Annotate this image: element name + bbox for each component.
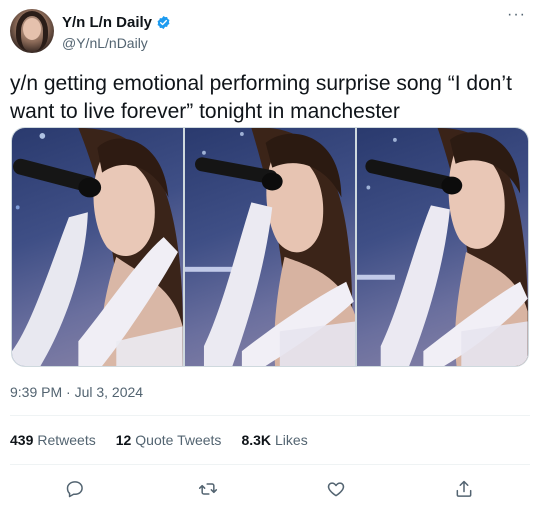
media-grid[interactable] xyxy=(11,127,529,367)
likes-stat[interactable]: 8.3K Likes xyxy=(241,432,307,448)
media-image-1[interactable] xyxy=(12,128,183,366)
tweet-stats: 439 Retweets 12 Quote Tweets 8.3K Likes xyxy=(10,432,308,448)
action-bar xyxy=(0,474,540,504)
heart-icon xyxy=(327,482,345,497)
quote-tweets-label: Quote Tweets xyxy=(135,432,222,448)
handle[interactable]: @Y/nL/nDaily xyxy=(62,35,148,51)
retweet-button[interactable] xyxy=(193,474,223,504)
divider xyxy=(10,415,530,416)
retweets-label: Retweets xyxy=(37,432,96,448)
tweet-text: y/n getting emotional performing surpris… xyxy=(10,72,512,123)
retweets-count: 439 xyxy=(10,432,34,448)
retweets-stat[interactable]: 439 Retweets xyxy=(10,432,96,448)
quote-tweets-stat[interactable]: 12 Quote Tweets xyxy=(116,432,222,448)
likes-label: Likes xyxy=(275,432,308,448)
performer-photo-3 xyxy=(357,128,528,366)
likes-count: 8.3K xyxy=(241,432,272,448)
author-name-row[interactable]: Y/n L/n Daily xyxy=(62,14,171,31)
share-icon xyxy=(456,480,472,497)
display-name[interactable]: Y/n L/n Daily xyxy=(62,14,152,31)
reply-button[interactable] xyxy=(60,474,90,504)
retweet-icon xyxy=(198,483,218,495)
like-button[interactable] xyxy=(321,474,351,504)
media-image-3[interactable] xyxy=(357,128,528,366)
share-button[interactable] xyxy=(449,474,479,504)
avatar-face xyxy=(23,18,41,40)
performer-photo-2 xyxy=(184,128,356,366)
tweet-timestamp[interactable]: 9:39 PM · Jul 3, 2024 xyxy=(10,384,143,400)
performer-photo-1 xyxy=(12,128,183,366)
more-options-icon[interactable]: ··· xyxy=(507,6,526,24)
divider xyxy=(10,464,530,465)
avatar[interactable] xyxy=(10,9,54,53)
verified-badge-icon xyxy=(157,15,170,30)
tweet-card: Y/n L/n Daily @Y/nL/nDaily ··· y/n getti… xyxy=(0,0,540,520)
media-image-2[interactable] xyxy=(184,128,356,366)
quote-tweets-count: 12 xyxy=(115,432,132,448)
reply-icon xyxy=(66,481,83,498)
